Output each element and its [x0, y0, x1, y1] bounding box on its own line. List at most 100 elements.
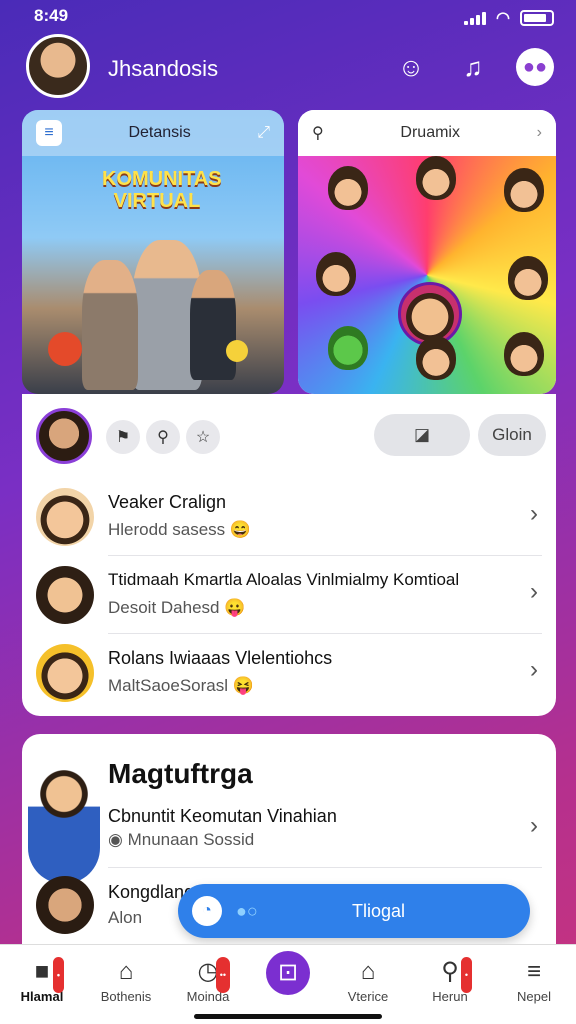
- item-name: Ttidmaah Kmartla Aloalas Vinlmialmy Komt…: [108, 570, 460, 589]
- divider: [108, 867, 542, 868]
- games-tile[interactable]: ⚲ Druamix ›: [298, 110, 556, 394]
- create-icon: ⊡: [266, 951, 310, 995]
- item-subtitle: MaltSaoeSorasl 😝: [108, 676, 254, 696]
- tab-label: Nepel: [517, 989, 551, 1004]
- character-avatar: [416, 156, 456, 200]
- tab-bothenis[interactable]: ⌂ Bothenis: [86, 955, 166, 1004]
- list-item[interactable]: Ttidmaah Kmartla Aloalas Vinlmialmy Komt…: [36, 558, 542, 634]
- emoji-icon: [226, 340, 248, 362]
- tab-moinda[interactable]: ◷ •• Moinda: [168, 955, 248, 1004]
- character-avatar: [328, 326, 368, 370]
- item-subtitle: Hlerodd sasess 😄: [108, 520, 251, 540]
- emoji-icon: 😝: [232, 676, 254, 695]
- header: Jhsandosis ☺ ♫ ●●: [0, 34, 576, 106]
- item-name: Cbnuntit Keomutan Vinahian: [108, 806, 337, 826]
- signal-icon: [464, 11, 487, 25]
- user-avatar[interactable]: [36, 408, 92, 464]
- bottom-tab-bar: ■ • Hlamal ⌂ Bothenis ◷ •• Moinda ⊡ ⌂ Vter…: [0, 944, 576, 1024]
- chat-icon: ◔: [192, 896, 222, 926]
- music-icon[interactable]: ♫: [454, 48, 492, 86]
- emoji-icon: 😄: [229, 520, 252, 539]
- item-name: Rolans Iwiaaas Vlelentiohcs: [108, 648, 333, 668]
- chat-icon[interactable]: ●●: [516, 48, 554, 86]
- tab-herun[interactable]: ⚲ • Herun: [410, 955, 490, 1004]
- character-avatar: [316, 252, 356, 296]
- tab-label: Herun: [432, 989, 468, 1004]
- list-item[interactable]: Rolans Iwiaaas Vlelentiohcs MaltSaoeSora…: [36, 636, 542, 712]
- person-illustration: [82, 260, 138, 390]
- character-avatar: [416, 336, 456, 380]
- avatar: [36, 644, 94, 702]
- tab-label: Bothenis: [100, 989, 152, 1004]
- person-illustration: [190, 270, 236, 380]
- item-subtitle-text: Hlerodd sasess: [108, 520, 226, 539]
- tab-label: Hlamal: [20, 989, 64, 1004]
- clock-icon: ◷ ••: [168, 955, 248, 993]
- join-button[interactable]: Gloin: [478, 414, 546, 456]
- item-subtitle-text: MaltSaoeSorasl: [108, 676, 229, 695]
- tile-right-title: Druamix: [400, 124, 460, 141]
- tab-label: Moinda: [186, 989, 230, 1004]
- header-actions: ☺ ♫ ●●: [392, 48, 554, 86]
- profile-avatar[interactable]: [26, 34, 90, 98]
- chevron-right-icon[interactable]: ›: [530, 500, 538, 528]
- avatar: [28, 764, 100, 884]
- character-avatar: [508, 256, 548, 300]
- search-icon[interactable]: ⚲: [312, 123, 324, 143]
- character-avatar: [328, 166, 368, 210]
- tomato-icon: [48, 332, 82, 366]
- expand-icon[interactable]: ⤢: [257, 124, 270, 142]
- menu-icon[interactable]: ≡: [36, 120, 62, 146]
- notification-badge: •: [52, 957, 64, 993]
- emoji-icon: 😛: [224, 598, 246, 617]
- battery-icon: [520, 10, 554, 26]
- divider: [108, 555, 542, 556]
- status-time: 8:49: [34, 6, 69, 25]
- join-label: Gloin: [492, 425, 532, 444]
- wifi-icon: ◠: [496, 10, 510, 27]
- tab-home[interactable]: ■ • Hlamal: [2, 955, 82, 1004]
- tab-vterice[interactable]: ⌂ Vterice: [328, 955, 408, 1004]
- notification-badge: ••: [215, 957, 230, 993]
- character-avatar: [504, 332, 544, 376]
- chevron-right-icon[interactable]: ›: [537, 124, 542, 142]
- item-subtitle: ◉ Mnunaan Sossid: [108, 830, 254, 850]
- tab-label: Vterice: [347, 989, 389, 1004]
- chevron-right-icon[interactable]: ›: [530, 656, 538, 684]
- status-icons: ◠: [464, 8, 554, 28]
- item-subtitle: Alon: [108, 908, 143, 927]
- item-subtitle: Desoit Dahesd 😛: [108, 598, 245, 618]
- house-outline-icon: ⌂: [360, 958, 376, 985]
- character-icon[interactable]: ☺: [392, 48, 430, 86]
- avatar: [36, 876, 94, 934]
- chevron-right-icon[interactable]: ›: [530, 578, 538, 606]
- tab-create[interactable]: ⊡: [248, 951, 328, 995]
- floating-action-button[interactable]: ◔ ●○ Tliogal: [178, 884, 530, 938]
- pin-icon[interactable]: ⚑: [106, 420, 140, 454]
- community-tile[interactable]: ≡ Detansis ⤢ KOMUNITAS VIRTUAL: [22, 110, 284, 394]
- community-list-card: ⚑ ⚲ ☆ ◪ Gloin Veaker Cralign Hlerodd sas…: [22, 394, 556, 716]
- item-subtitle-text: Desoit Dahesd: [108, 598, 220, 617]
- avatar: [36, 488, 94, 546]
- tile-overlay-title: KOMUNITAS VIRTUAL: [102, 168, 222, 212]
- house-icon: ⌂: [118, 958, 134, 985]
- character-avatar: [504, 168, 544, 212]
- item-name: Veaker Cralign: [108, 492, 227, 512]
- home-indicator: [194, 1014, 382, 1019]
- bookmark-button[interactable]: ◪: [374, 414, 470, 456]
- chevron-right-icon[interactable]: ›: [530, 812, 538, 840]
- notification-badge: •: [460, 957, 472, 993]
- avatar: [36, 566, 94, 624]
- menu-icon: ≡: [526, 958, 541, 985]
- tile-right-bar: ⚲ Druamix ›: [298, 110, 556, 156]
- search-icon[interactable]: ⚲: [146, 420, 180, 454]
- item-subtitle-text: Mnunaan Sossid: [127, 830, 255, 849]
- star-icon[interactable]: ☆: [186, 420, 220, 454]
- tile-left-bar: ≡ Detansis ⤢: [22, 110, 284, 156]
- dots-icon: ●○: [236, 900, 258, 921]
- colorful-burst-graphic: [298, 156, 556, 394]
- tab-nepel[interactable]: ≡ Nepel: [494, 955, 574, 1004]
- list-item[interactable]: Cbnuntit Keomutan Vinahian ◉ Mnunaan Sos…: [28, 764, 542, 884]
- list-item[interactable]: Veaker Cralign Hlerodd sasess 😄 ›: [36, 480, 542, 556]
- username: Jhsandosis: [108, 56, 219, 81]
